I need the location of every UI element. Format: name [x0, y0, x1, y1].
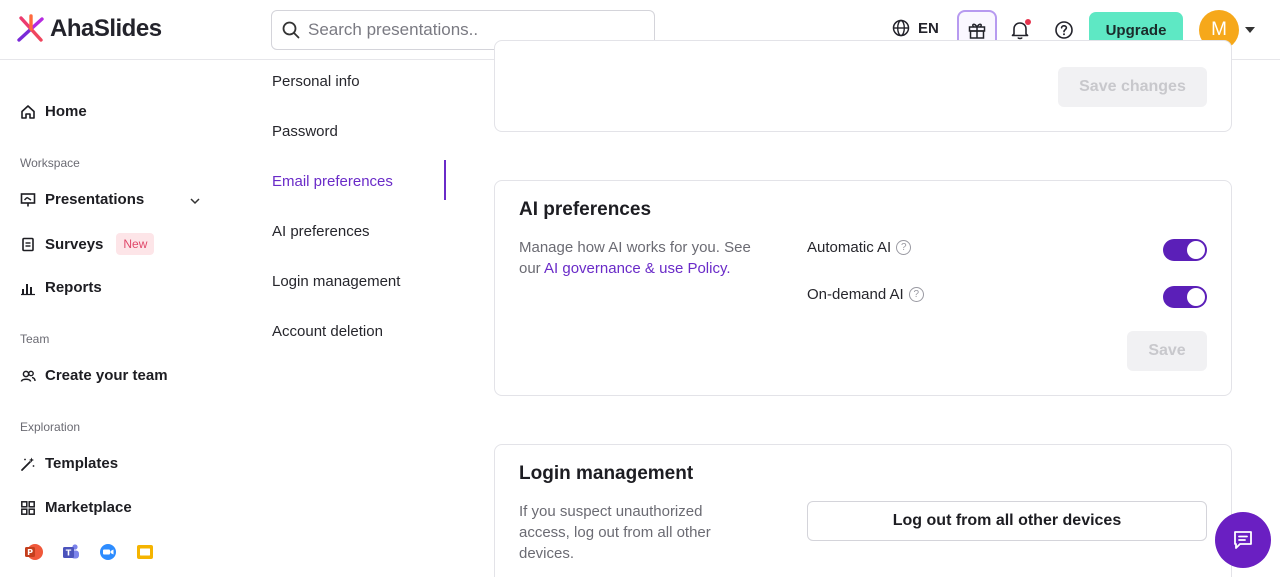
- sidebar-item-create-team[interactable]: Create your team: [20, 367, 168, 384]
- automatic-ai-row: Automatic AI ?: [807, 239, 912, 256]
- clipboard-icon: [22, 237, 34, 252]
- question-icon[interactable]: ?: [896, 240, 912, 255]
- integrations-row: P T: [24, 542, 155, 562]
- gift-icon: [968, 23, 986, 39]
- sidebar-item-marketplace[interactable]: Marketplace: [20, 499, 132, 516]
- card-description: Manage how AI works for you. See our AI …: [519, 237, 769, 279]
- users-icon: [20, 370, 36, 382]
- sidebar-item-label: Presentations: [45, 191, 145, 208]
- presentation-icon: [20, 192, 36, 206]
- home-icon: [21, 104, 35, 119]
- sidebar-item-label: Templates: [45, 455, 119, 472]
- globe-icon: [892, 19, 910, 37]
- language-label: EN: [918, 19, 939, 37]
- svg-text:T: T: [66, 549, 72, 558]
- question-icon[interactable]: ?: [908, 287, 924, 302]
- logo-text: AhaSlides: [50, 15, 162, 42]
- card-title: Login management: [519, 463, 694, 484]
- sidebar-item-presentations[interactable]: Presentations: [20, 191, 144, 208]
- settings-tab-account-deletion[interactable]: Account deletion: [272, 323, 383, 340]
- on-demand-ai-toggle[interactable]: [1163, 286, 1207, 308]
- sidebar-item-templates[interactable]: Templates: [20, 455, 118, 472]
- save-button[interactable]: Save: [1127, 331, 1207, 371]
- card-description: If you suspect unauthorized access, log …: [519, 503, 711, 562]
- automatic-ai-label: Automatic AI: [807, 239, 892, 256]
- search-input[interactable]: [308, 20, 628, 40]
- bar-chart-icon: [21, 283, 35, 295]
- section-label-team: Team: [20, 332, 50, 346]
- settings-tab-login-management[interactable]: Login management: [272, 273, 400, 290]
- automatic-ai-toggle[interactable]: [1163, 239, 1207, 261]
- powerpoint-icon[interactable]: P: [24, 542, 44, 562]
- notification-dot: [1025, 19, 1031, 25]
- sidebar-item-label: Marketplace: [45, 499, 132, 516]
- on-demand-ai-label: On-demand AI: [807, 286, 904, 303]
- chevron-down-icon[interactable]: [1245, 27, 1255, 33]
- logo[interactable]: AhaSlides: [16, 14, 162, 44]
- section-label-workspace: Workspace: [20, 156, 80, 170]
- magic-wand-icon: [21, 457, 35, 471]
- settings-tab-personal-info[interactable]: Personal info: [272, 73, 360, 90]
- on-demand-ai-row: On-demand AI ?: [807, 286, 924, 303]
- new-badge: New: [116, 233, 155, 255]
- sidebar-item-reports[interactable]: Reports: [20, 279, 102, 296]
- chat-support-button[interactable]: [1215, 512, 1271, 568]
- settings-tab-email-preferences[interactable]: Email preferences: [272, 173, 393, 190]
- teams-icon[interactable]: T: [61, 542, 81, 562]
- svg-text:P: P: [27, 548, 33, 557]
- google-slides-icon[interactable]: [135, 542, 155, 562]
- sidebar-item-surveys[interactable]: Surveys New: [20, 233, 155, 255]
- ai-preferences-card: AI preferences Manage how AI works for y…: [494, 180, 1232, 396]
- grid-icon: [21, 500, 35, 515]
- chevron-down-icon[interactable]: [189, 195, 201, 207]
- card-title: AI preferences: [519, 199, 652, 220]
- login-management-card: Login management If you suspect unauthor…: [494, 444, 1232, 577]
- search-icon: [282, 21, 300, 39]
- help-icon[interactable]: [1053, 19, 1075, 41]
- zoom-icon[interactable]: [98, 542, 118, 562]
- email-preferences-card: Save changes: [494, 40, 1232, 132]
- settings-tab-ai-preferences[interactable]: AI preferences: [272, 223, 370, 240]
- ahaslides-logo-icon: [17, 14, 44, 42]
- section-label-exploration: Exploration: [20, 420, 81, 434]
- chat-icon: [1234, 531, 1252, 549]
- sidebar-item-label: Home: [45, 103, 87, 120]
- save-changes-button[interactable]: Save changes: [1058, 67, 1207, 107]
- active-tab-indicator: [444, 160, 446, 200]
- sidebar-item-label: Create your team: [45, 367, 168, 384]
- sidebar: Home Workspace Presentations Surveys New…: [0, 60, 230, 577]
- sidebar-item-label: Reports: [45, 279, 102, 296]
- sidebar-item-label: Surveys: [45, 235, 104, 253]
- language-selector[interactable]: EN: [892, 19, 939, 37]
- ai-policy-link[interactable]: AI governance & use Policy.: [544, 260, 731, 277]
- logout-all-devices-button[interactable]: Log out from all other devices: [807, 501, 1207, 541]
- settings-tab-password[interactable]: Password: [272, 123, 338, 140]
- sidebar-item-home[interactable]: Home: [20, 103, 87, 120]
